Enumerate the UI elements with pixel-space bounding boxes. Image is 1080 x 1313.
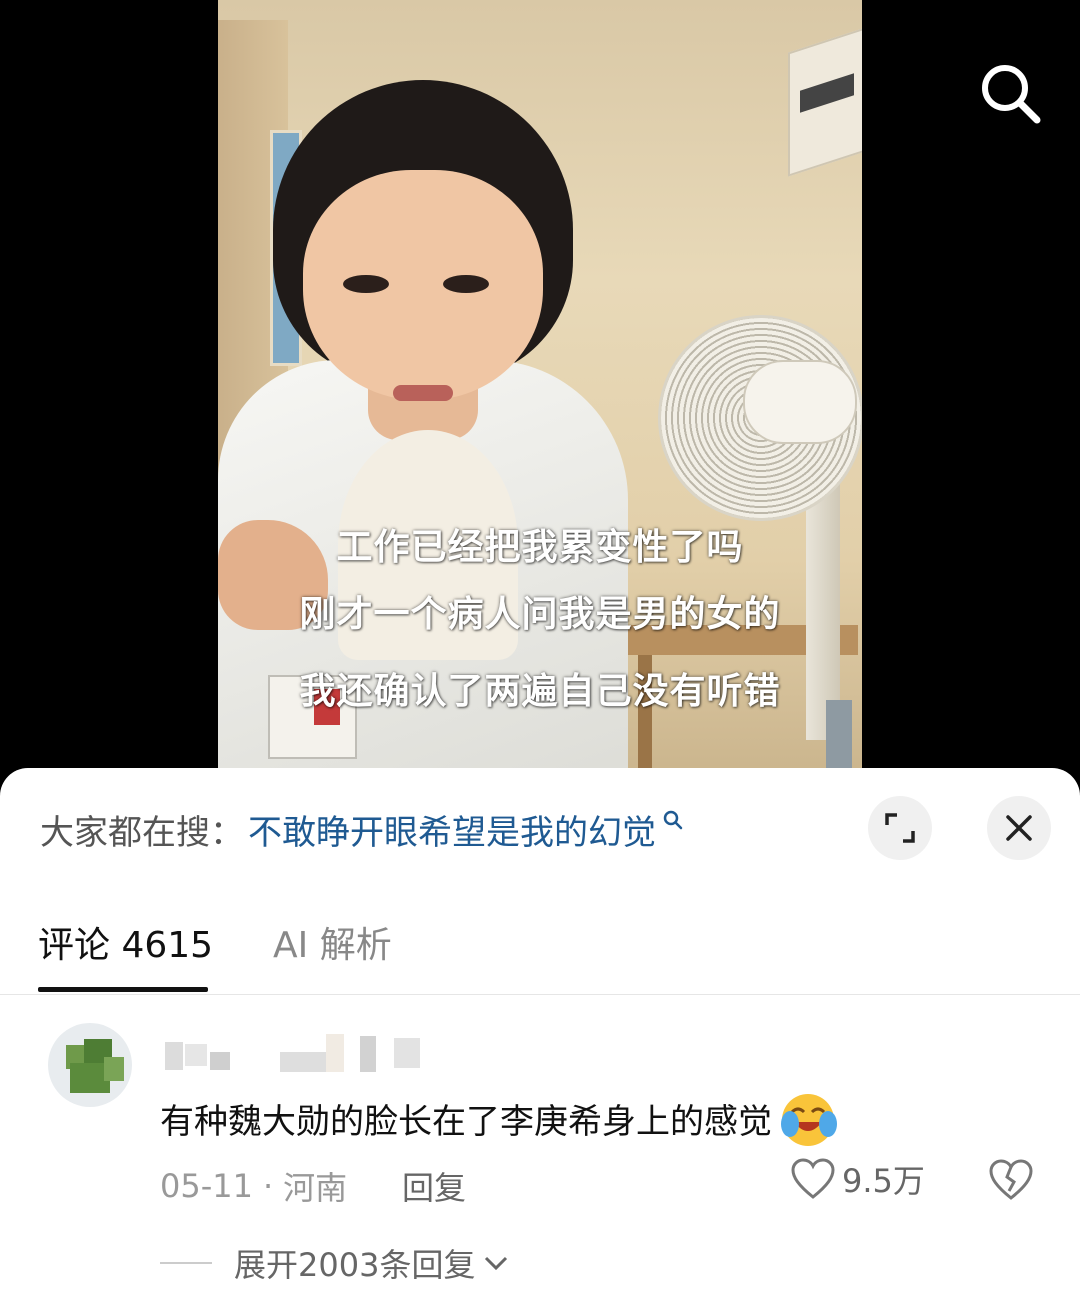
pixel-block (326, 1034, 344, 1072)
comment-meta: 05-11 · 河南 (160, 1163, 347, 1209)
hot-search-prefix: 大家都在搜： (40, 812, 244, 853)
hot-search-bar[interactable]: 大家都在搜： 不敢睁开眼希望是我的幻觉 (40, 804, 684, 854)
person-eye-right (443, 275, 489, 293)
expand-button[interactable] (868, 796, 932, 860)
video-frame: 工作已经把我累变性了吗 刚才一个病人问我是男的女的 我还确认了两遍自己没有听错 (218, 0, 862, 800)
subtitle-line-1: 工作已经把我累变性了吗 (336, 527, 744, 568)
expand-icon (885, 813, 915, 843)
comment-location: 河南 (283, 1169, 348, 1207)
active-tab-indicator (38, 987, 208, 992)
avatar-pixel (104, 1057, 124, 1081)
expand-replies-line (160, 1262, 212, 1264)
heart-icon (791, 1158, 835, 1199)
pixel-block (280, 1052, 326, 1072)
subtitle-line-2: 刚才一个病人问我是男的女的 (299, 594, 781, 635)
pixel-block (165, 1042, 183, 1070)
comment-date: 05-11 (160, 1167, 253, 1205)
search-icon (982, 65, 1041, 124)
subtitle-line-3: 我还确认了两遍自己没有听错 (299, 671, 781, 712)
chevron-down-icon (485, 1256, 508, 1271)
expand-replies-label: 展开2003条回复 (234, 1246, 476, 1284)
tab-comments[interactable]: 评论 4615 (38, 916, 213, 968)
pixel-block (360, 1036, 376, 1072)
hot-search-term[interactable]: 不敢睁开眼希望是我的幻觉 (248, 805, 656, 854)
comment-tabs: 评论 4615 AI 解析 (0, 908, 1080, 995)
like-button[interactable]: 9.5万 (790, 1156, 925, 1202)
comment-body: 有种魏大勋的脸长在了李庚希身上的感觉 (160, 1088, 838, 1148)
search-button[interactable] (975, 58, 1045, 128)
video-player[interactable]: 工作已经把我累变性了吗 刚才一个病人问我是男的女的 我还确认了两遍自己没有听错 (0, 0, 1080, 800)
person-eye-left (343, 275, 389, 293)
dislike-button[interactable] (988, 1158, 1034, 1206)
username-pixelated[interactable] (160, 1030, 460, 1072)
comment-text: 有种魏大勋的脸长在了李庚希身上的感觉 (160, 1101, 772, 1142)
pixel-block (394, 1038, 420, 1068)
reply-button[interactable]: 回复 (402, 1163, 466, 1209)
close-icon (1006, 815, 1032, 841)
scene-air-vent (788, 27, 862, 177)
person-face (303, 170, 543, 400)
scene-fan-motor (743, 360, 857, 444)
laughing-crying-emoji-icon (781, 1094, 837, 1146)
pixel-block (185, 1044, 207, 1066)
meta-separator: · (262, 1167, 274, 1205)
broken-heart-icon (989, 1159, 1033, 1200)
person-mouth (393, 385, 453, 401)
expand-replies-button[interactable]: 展开2003条回复 (160, 1240, 511, 1286)
comment-sheet: 大家都在搜： 不敢睁开眼希望是我的幻觉 评论 4615 AI 解析 有种魏大勋的… (0, 768, 1080, 1313)
small-search-icon (663, 810, 683, 830)
avatar[interactable] (48, 1023, 132, 1107)
comment-item: 有种魏大勋的脸长在了李庚希身上的感觉 05-11 · 河南 回复 9.5万 展开… (0, 1018, 1080, 1313)
close-button[interactable] (987, 796, 1051, 860)
tab-ai-analysis[interactable]: AI 解析 (273, 916, 392, 968)
like-count: 9.5万 (842, 1162, 925, 1200)
pixel-block (210, 1052, 230, 1070)
